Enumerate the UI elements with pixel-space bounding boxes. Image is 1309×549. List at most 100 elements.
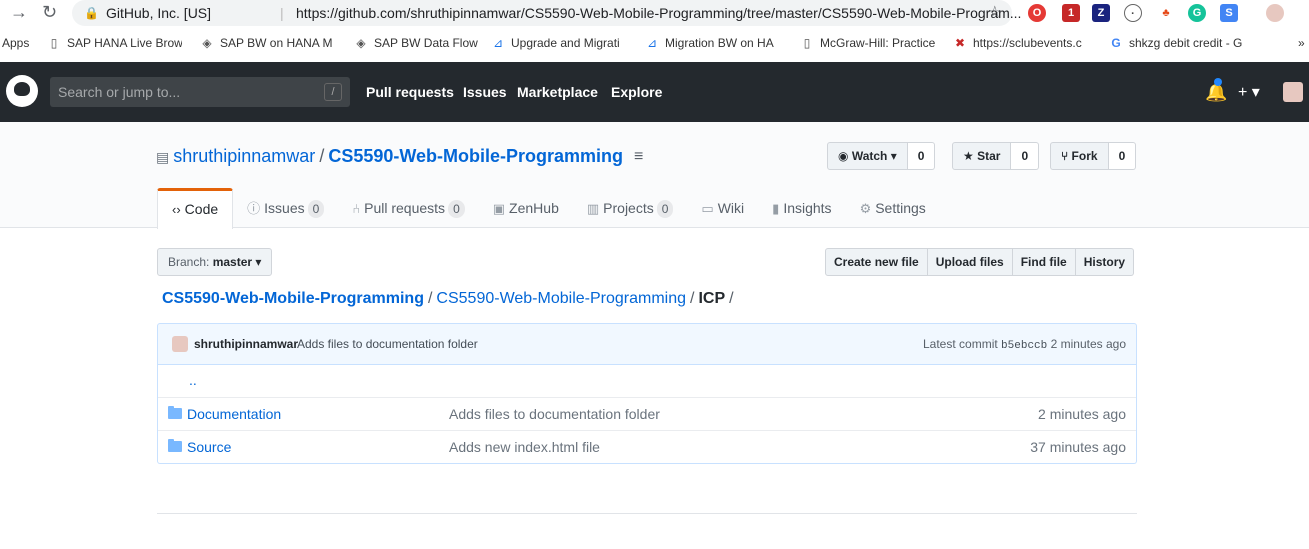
address-bar[interactable]: 🔒 GitHub, Inc. [US] | https://github.com… [72,0,1021,26]
upload-files-button[interactable]: Upload files [927,248,1013,276]
star-icon: ★ [963,149,978,163]
breadcrumb-current: ICP [698,290,726,307]
tab-pull-requests[interactable]: ⑃ Pull requests 0 [338,188,478,228]
bookmark-item[interactable]: ▯ McGraw-Hill: Practice [800,36,937,50]
bookmarks-bar: Apps ▯ SAP HANA Live Brow ◈ SAP BW on HANA… [0,30,1309,58]
star-button[interactable]: ★ Star [952,142,1012,170]
commit-age: 2 minutes ago [1050,337,1126,351]
grammarly-extension-icon[interactable]: G [1188,4,1206,22]
create-new-dropdown[interactable]: + ▾ [1238,82,1260,102]
sap-icon: ⊿ [492,36,504,50]
search-shortcut-key: / [324,83,342,101]
bookmark-item[interactable]: ▯ SAP HANA Live Brow [47,36,182,50]
bookmarks-overflow[interactable]: » [1298,36,1305,50]
file-age: 2 minutes ago [1038,406,1126,422]
table-row: Documentation Adds files to documentatio… [158,397,1136,430]
fork-count[interactable]: 0 [1108,142,1137,170]
opera-extension-icon[interactable]: O [1028,4,1046,22]
gear-icon: ⚙ [859,201,872,216]
bookmark-apps[interactable]: Apps [2,36,29,50]
forward-arrow-icon[interactable]: → [10,2,28,23]
book-icon: ▭ [701,201,714,216]
code-extension-icon[interactable]: · [1124,4,1142,22]
code-icon: ‹› [172,202,181,217]
file-name-link[interactable]: Documentation [187,406,281,422]
tab-issues[interactable]: ⓘ Issues 0 [233,188,338,228]
notification-dot [1214,78,1222,86]
reload-icon[interactable]: ↻ [42,2,57,23]
bookmark-item[interactable]: ✖ https://sclubevents.c [953,36,1091,50]
breadcrumb-sub-link[interactable]: CS5590-Web-Mobile-Programming [436,290,686,307]
repo-title-separator: / [319,146,325,166]
lock-icon: 🔒 [84,6,99,20]
branch-selector[interactable]: Branch: master ▾ [157,248,273,276]
nav-marketplace[interactable]: Marketplace [517,84,598,100]
bookmark-item[interactable]: ⊿ Migration BW on HA [645,36,783,50]
user-avatar[interactable] [1283,82,1303,102]
bookmark-item[interactable]: ⊿ Upgrade and Migrati [491,36,626,50]
tab-settings[interactable]: ⚙ Settings [846,188,940,228]
parent-directory-link[interactable]: .. [189,372,197,388]
star-button-group: ★ Star 0 [952,142,1040,170]
tab-wiki[interactable]: ▭ Wiki [687,188,758,228]
file-commit-message[interactable]: Adds files to documentation folder [449,406,660,422]
repo-description-icon[interactable]: ≡ [634,148,650,166]
breadcrumb: CS5590-Web-Mobile-Programming / CS5590-Web… [162,290,738,308]
commit-message[interactable]: Adds files to documentation folder [297,337,478,351]
bookmark-item[interactable]: ◈ SAP BW on HANA M [200,36,335,50]
issue-icon: ⓘ [247,201,261,216]
breadcrumb-separator: / [690,290,695,307]
page-icon: ▯ [50,36,58,50]
repo-name-link[interactable]: CS5590-Web-Mobile-Programming [328,146,623,166]
nav-issues[interactable]: Issues [463,84,507,100]
bookmark-star-icon[interactable]: ☆ [988,0,1002,26]
bookmark-item[interactable]: ◈ SAP BW Data Flow [354,36,484,50]
diamond-icon: ◈ [356,36,366,50]
watch-count[interactable]: 0 [907,142,936,170]
tab-zenhub[interactable]: ▣ ZenHub [479,188,573,228]
repo-owner-link[interactable]: shruthipinnamwar [173,146,315,166]
commit-sha[interactable]: b5ebccb [1001,340,1047,352]
tab-projects[interactable]: ▥ Projects 0 [573,188,688,228]
file-list: .. Documentation Adds files to documenta… [157,364,1137,464]
diamond-icon: ◈ [202,36,212,50]
nav-explore[interactable]: Explore [611,84,662,100]
fork-button[interactable]: ⑂ Fork [1050,142,1109,170]
projects-counter: 0 [656,200,674,218]
profile-avatar[interactable] [1266,4,1284,22]
commit-author-avatar[interactable] [172,336,188,352]
fork-button-group: ⑂ Fork 0 [1050,142,1137,170]
network-extension-icon[interactable]: ♣ [1157,4,1175,22]
issues-counter: 0 [307,200,325,218]
bookmark-item[interactable]: Gshkzg debit credit - G [1109,36,1244,50]
folder-icon [168,439,182,452]
search-placeholder: Search or jump to... [58,84,181,100]
nav-pull-requests[interactable]: Pull requests [366,84,454,100]
eye-icon: ◉ [838,149,852,163]
site-header: Search or jump to... / Pull requests Iss… [0,62,1309,122]
create-new-file-button[interactable]: Create new file [825,248,928,276]
search-input[interactable]: Search or jump to... / [50,77,350,107]
latest-commit-info: Latest commit b5ebccb 2 minutes ago [923,337,1126,352]
breadcrumb-root-link[interactable]: CS5590-Web-Mobile-Programming [162,290,424,307]
star-count[interactable]: 0 [1011,142,1040,170]
s-extension-icon[interactable]: S [1220,4,1238,22]
history-button[interactable]: History [1075,248,1135,276]
tab-code[interactable]: ‹› Code [157,188,234,229]
tab-insights[interactable]: ▮ Insights [758,188,845,228]
folder-icon [168,406,182,419]
github-logo-icon[interactable] [6,75,38,107]
google-icon: G [1111,36,1121,50]
file-name-link[interactable]: Source [187,439,231,455]
graph-icon: ▮ [772,201,780,216]
find-file-button[interactable]: Find file [1012,248,1076,276]
repo-header: ▤ shruthipinnamwar / CS5590-Web-Mobile-Prog… [0,122,1309,229]
url-text: https://github.com/shruthipinnamwar/CS55… [296,5,1022,21]
zotero-extension-icon[interactable]: Z [1092,4,1110,22]
project-icon: ▥ [586,201,600,216]
watch-button[interactable]: ◉ Watch ▾ [827,142,908,170]
calendar-extension-icon[interactable]: 1 [1062,4,1080,22]
commit-author[interactable]: shruthipinnamwar [194,337,298,351]
site-identity: GitHub, Inc. [US] [106,5,212,21]
file-commit-message[interactable]: Adds new index.html file [449,439,600,455]
